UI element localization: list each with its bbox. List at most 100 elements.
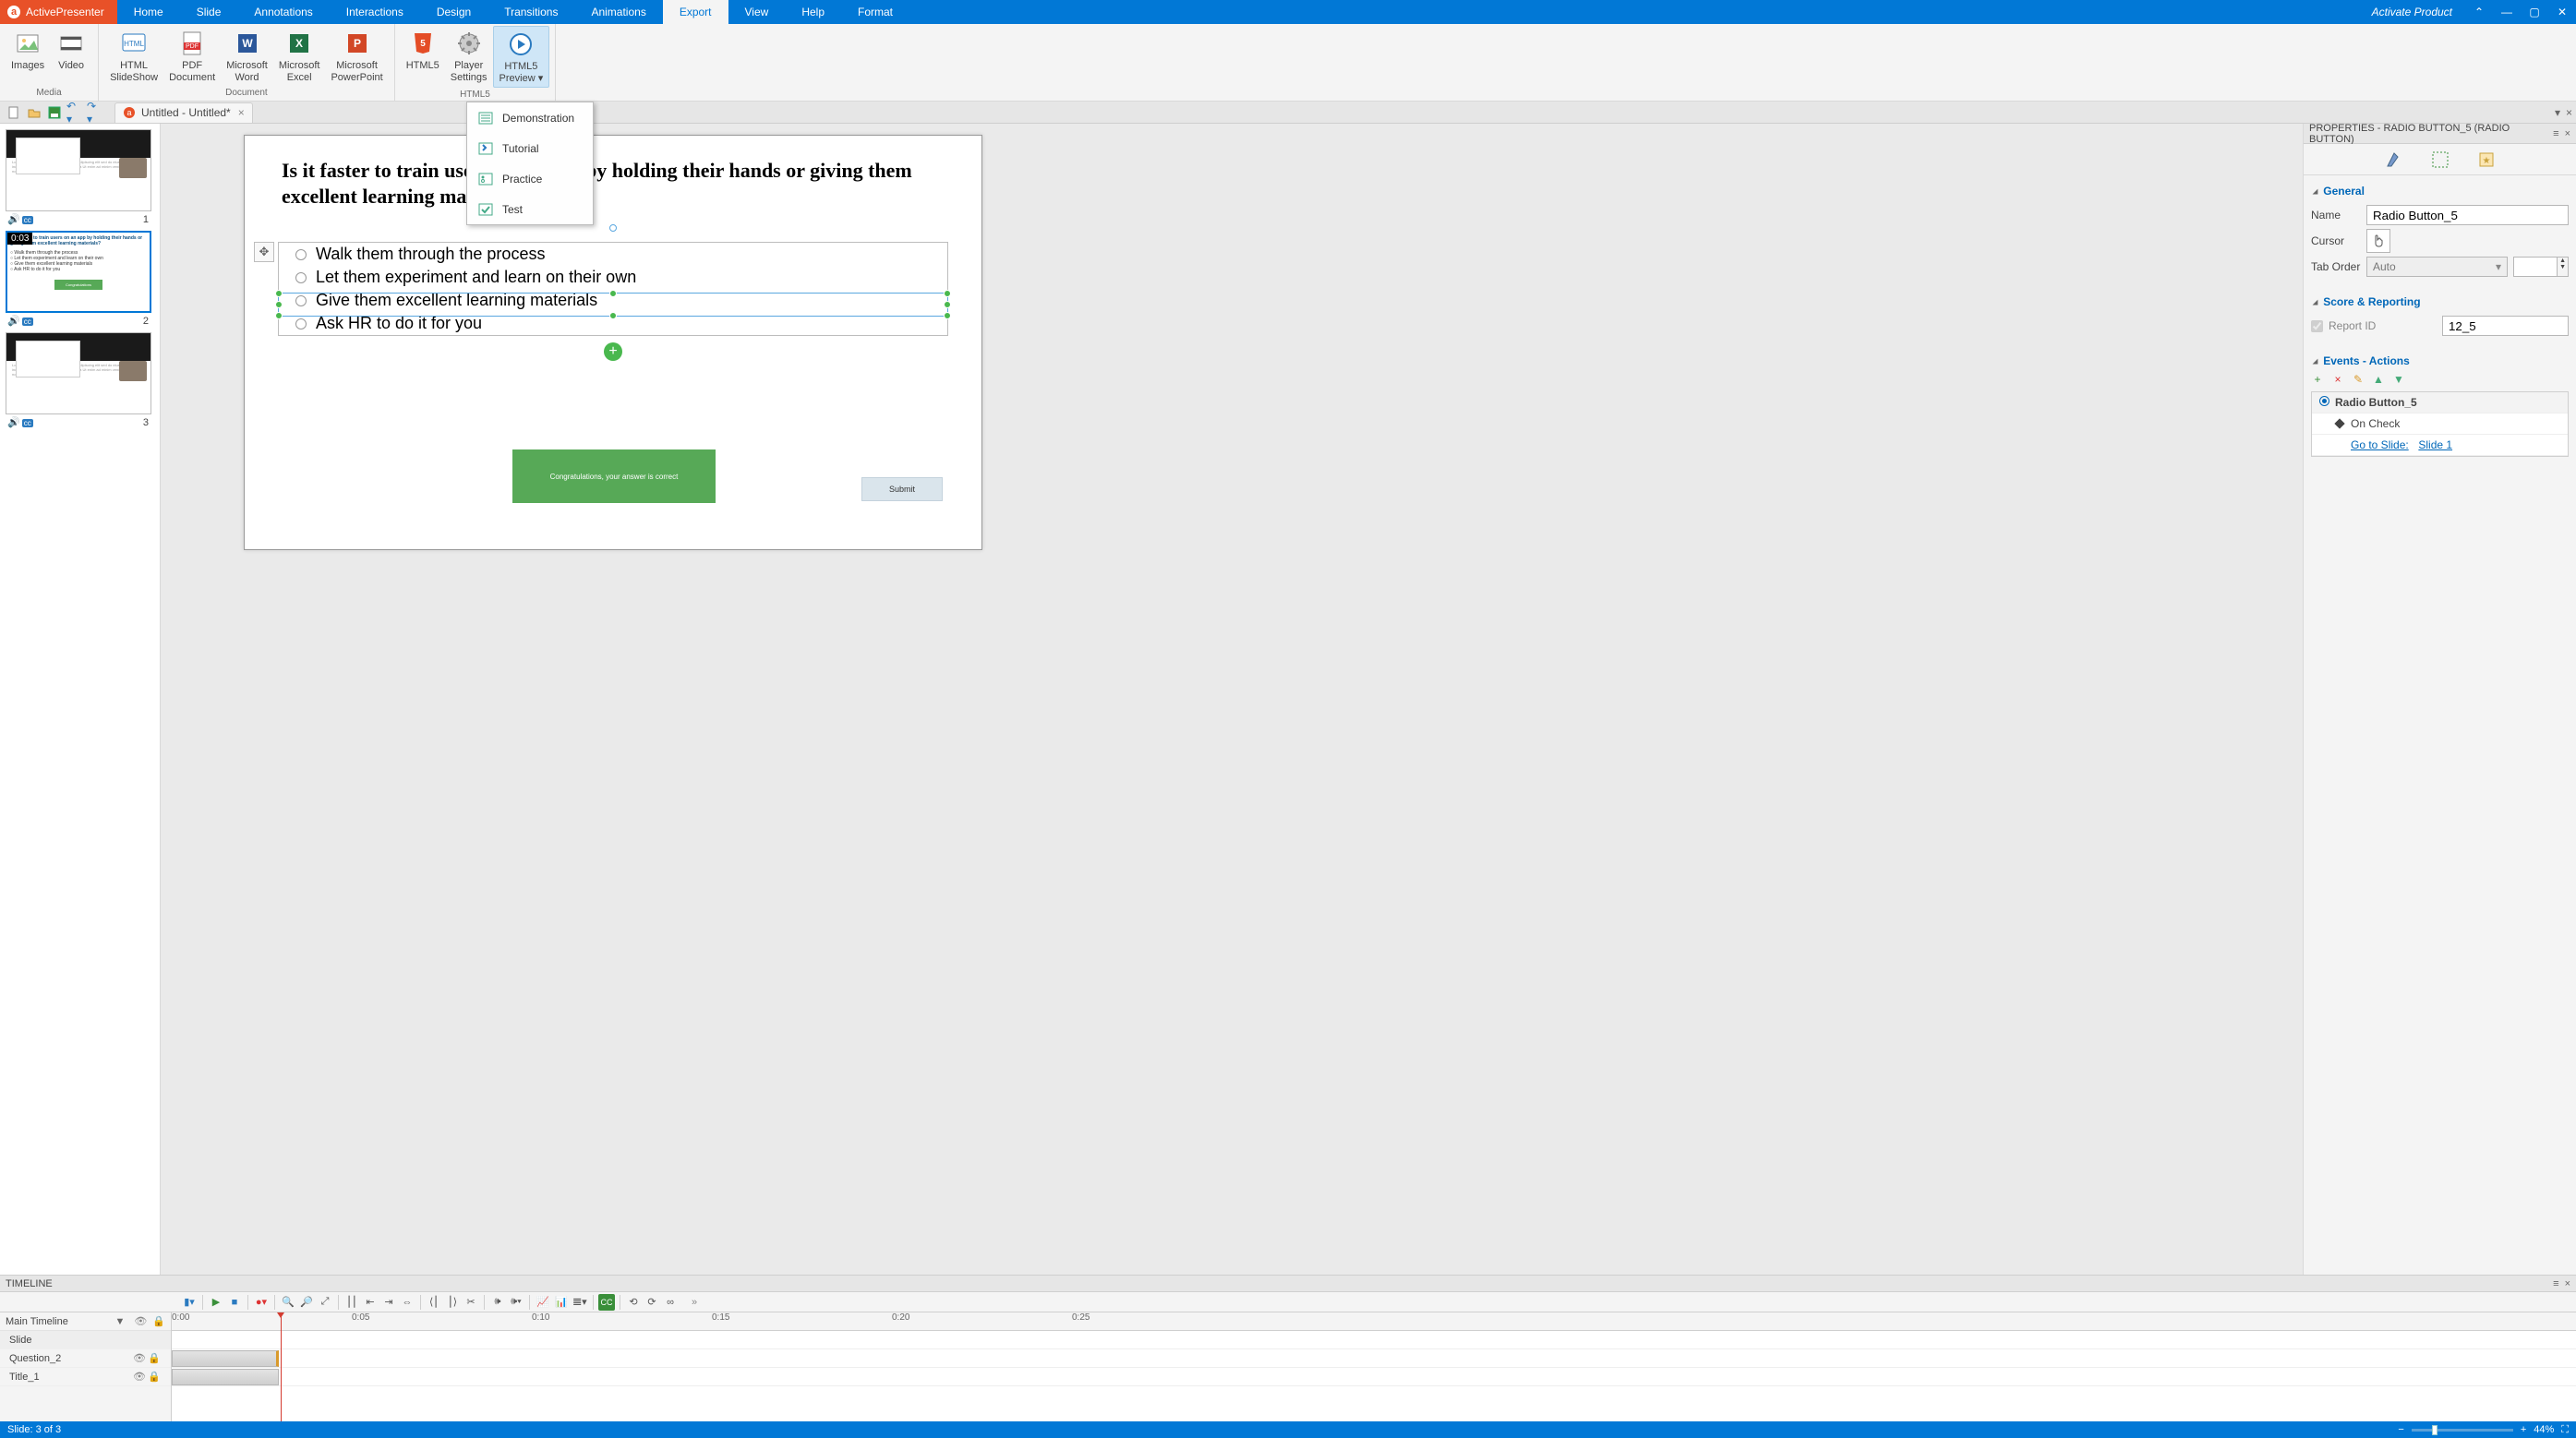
menu-tab-export[interactable]: Export xyxy=(663,0,728,24)
zoom-slider[interactable] xyxy=(2412,1429,2513,1432)
lock-icon[interactable]: 🔒 xyxy=(147,1371,162,1383)
zoomout-icon[interactable]: 🔎 xyxy=(298,1294,315,1311)
maximize-button[interactable]: ▢ xyxy=(2521,6,2548,18)
menu-tab-help[interactable]: Help xyxy=(785,0,841,24)
canvas-area[interactable]: Is it faster to train users on an app by… xyxy=(161,124,2303,1275)
score-section-header[interactable]: Score & Reporting xyxy=(2311,292,2569,312)
menu-tab-view[interactable]: View xyxy=(728,0,786,24)
menu-tab-format[interactable]: Format xyxy=(841,0,909,24)
next-icon[interactable]: ⟳ xyxy=(644,1294,660,1311)
panel-close-icon[interactable]: × xyxy=(2566,106,2572,119)
menu-tab-annotations[interactable]: Annotations xyxy=(237,0,329,24)
zoom-out-icon[interactable]: − xyxy=(2398,1424,2403,1435)
timeline-row-title_1[interactable]: Title_1👁🔒 xyxy=(0,1368,171,1386)
ms-powerpoint-button[interactable]: PMicrosoft PowerPoint xyxy=(325,26,388,86)
undo-icon[interactable]: ↶ ▾ xyxy=(66,104,83,121)
activate-product-link[interactable]: Activate Product xyxy=(2359,6,2465,18)
size-tab-icon[interactable] xyxy=(2430,150,2450,170)
taborder-num[interactable] xyxy=(2513,257,2558,277)
delete-event-icon[interactable]: × xyxy=(2331,373,2344,386)
edit-event-icon[interactable]: ✎ xyxy=(2352,373,2365,386)
lock-icon[interactable]: 🔒 xyxy=(147,1352,162,1364)
question-title[interactable]: Is it faster to train users on an app by… xyxy=(245,136,981,209)
volume2-icon[interactable]: 🕪▾ xyxy=(508,1294,524,1311)
event-root[interactable]: Radio Button_5 xyxy=(2312,392,2568,413)
timeline-selector[interactable]: Main Timeline▼ 👁 🔒 xyxy=(0,1312,171,1331)
menu-tab-transitions[interactable]: Transitions xyxy=(488,0,574,24)
rotation-handle[interactable] xyxy=(609,224,617,232)
timeline-opts-icon[interactable]: ≡ xyxy=(2553,1278,2558,1289)
loop-icon[interactable]: ∞ xyxy=(662,1294,679,1311)
minimize-button[interactable]: — xyxy=(2493,6,2521,18)
preview-tutorial-item[interactable]: Tutorial xyxy=(467,133,593,163)
selection-box[interactable] xyxy=(278,293,948,317)
menu-tab-animations[interactable]: Animations xyxy=(574,0,662,24)
general-section-header[interactable]: General xyxy=(2311,181,2569,201)
slide-canvas[interactable]: Is it faster to train users on an app by… xyxy=(244,135,982,550)
track-title[interactable] xyxy=(172,1368,2576,1386)
event-action[interactable]: Go to Slide: Slide 1 xyxy=(2312,435,2568,456)
preview-practice-item[interactable]: Practice xyxy=(467,163,593,194)
answer-option-1[interactable]: Let them experiment and learn on their o… xyxy=(279,266,947,289)
align-center-icon[interactable]: ⇔ xyxy=(399,1294,415,1311)
submit-button[interactable]: Submit xyxy=(861,477,943,501)
preview-test-item[interactable]: Test xyxy=(467,194,593,224)
style-tab-icon[interactable] xyxy=(2384,150,2404,170)
spinner-up-icon[interactable]: ▲ xyxy=(2558,258,2568,264)
cc-icon[interactable]: CC xyxy=(598,1294,615,1311)
open-file-icon[interactable] xyxy=(26,104,42,121)
align-left-icon[interactable]: ⇤ xyxy=(362,1294,379,1311)
spinner-down-icon[interactable]: ▼ xyxy=(2558,264,2568,270)
movedown-event-icon[interactable]: ▼ xyxy=(2392,373,2405,386)
move-handle-icon[interactable]: ✥ xyxy=(254,242,274,262)
html5-preview-button[interactable]: HTML5 Preview ▾ xyxy=(493,26,550,88)
taborder-select[interactable]: Auto▾ xyxy=(2366,257,2508,277)
player-settings-button[interactable]: Player Settings xyxy=(445,26,493,86)
timeline-close-icon[interactable]: × xyxy=(2565,1278,2570,1289)
redo-icon[interactable]: ↷ ▾ xyxy=(87,104,103,121)
trim-end-icon[interactable]: ⎮⟩ xyxy=(444,1294,461,1311)
interactivity-tab-icon[interactable]: ★ xyxy=(2476,150,2497,170)
add-event-icon[interactable]: + xyxy=(2311,373,2324,386)
name-field[interactable] xyxy=(2366,205,2569,225)
add-answer-button[interactable]: + xyxy=(604,342,622,361)
menu-tab-slide[interactable]: Slide xyxy=(180,0,238,24)
ms-word-button[interactable]: WMicrosoft Word xyxy=(221,26,273,86)
cursor-picker[interactable] xyxy=(2366,229,2390,253)
trim-start-icon[interactable]: ⟨⎮ xyxy=(426,1294,442,1311)
track-slide[interactable] xyxy=(172,1331,2576,1349)
chevron-up-icon[interactable]: ⌃ xyxy=(2465,6,2493,18)
answer-option-0[interactable]: Walk them through the process xyxy=(279,243,947,266)
track-lock-icon[interactable]: 🔒 xyxy=(152,1315,165,1327)
prev-icon[interactable]: ⟲ xyxy=(625,1294,642,1311)
play-icon[interactable]: ▶ xyxy=(208,1294,224,1311)
zoomfit-icon[interactable]: ⤢ xyxy=(317,1294,333,1311)
images-button[interactable]: Images xyxy=(6,26,50,74)
close-tab-icon[interactable]: × xyxy=(238,106,245,119)
slide-thumb-1[interactable]: 0:41.933Lorem ipsum dolor sit amet conse… xyxy=(6,129,150,225)
zoomin-icon[interactable]: 🔍 xyxy=(280,1294,296,1311)
menu-tab-interactions[interactable]: Interactions xyxy=(330,0,420,24)
align-right-icon[interactable]: ⇥ xyxy=(380,1294,397,1311)
slide-thumb-3[interactable]: 0:10.633Lorem ipsum dolor sit amet conse… xyxy=(6,332,150,428)
volume-icon[interactable]: 🕪 xyxy=(489,1294,506,1311)
slide-thumb-2[interactable]: 0:03Is it faster to train users on an ap… xyxy=(6,231,150,327)
insert-bar-icon[interactable]: 📊 xyxy=(553,1294,570,1311)
document-tab[interactable]: a Untitled - Untitled* × xyxy=(114,102,253,123)
feedback-correct[interactable]: Congratulations, your answer is correct xyxy=(512,449,716,503)
insert-chart-icon[interactable]: 📈 xyxy=(535,1294,551,1311)
visibility-icon[interactable]: 👁 xyxy=(132,1352,147,1364)
html-slideshow-button[interactable]: HTMLHTML SlideShow xyxy=(104,26,163,86)
events-section-header[interactable]: Events - Actions xyxy=(2311,351,2569,371)
panel-close-icon[interactable]: × xyxy=(2565,128,2570,139)
new-file-icon[interactable] xyxy=(6,104,22,121)
more-icon[interactable]: » xyxy=(686,1294,703,1311)
panel-menu-icon[interactable]: ▾ xyxy=(2555,106,2560,119)
visibility-icon[interactable]: 👁 xyxy=(132,1371,147,1383)
preview-demonstration-item[interactable]: Demonstration xyxy=(467,102,593,133)
timeline-row-question_2[interactable]: Question_2👁🔒 xyxy=(0,1349,171,1368)
record-icon[interactable]: ●▾ xyxy=(253,1294,270,1311)
fit-icon[interactable]: ⛶ xyxy=(2561,1424,2569,1436)
answer-group[interactable]: ✥ Walk them through the processLet them … xyxy=(278,242,948,336)
track-eye-icon[interactable]: 👁 xyxy=(134,1315,147,1327)
